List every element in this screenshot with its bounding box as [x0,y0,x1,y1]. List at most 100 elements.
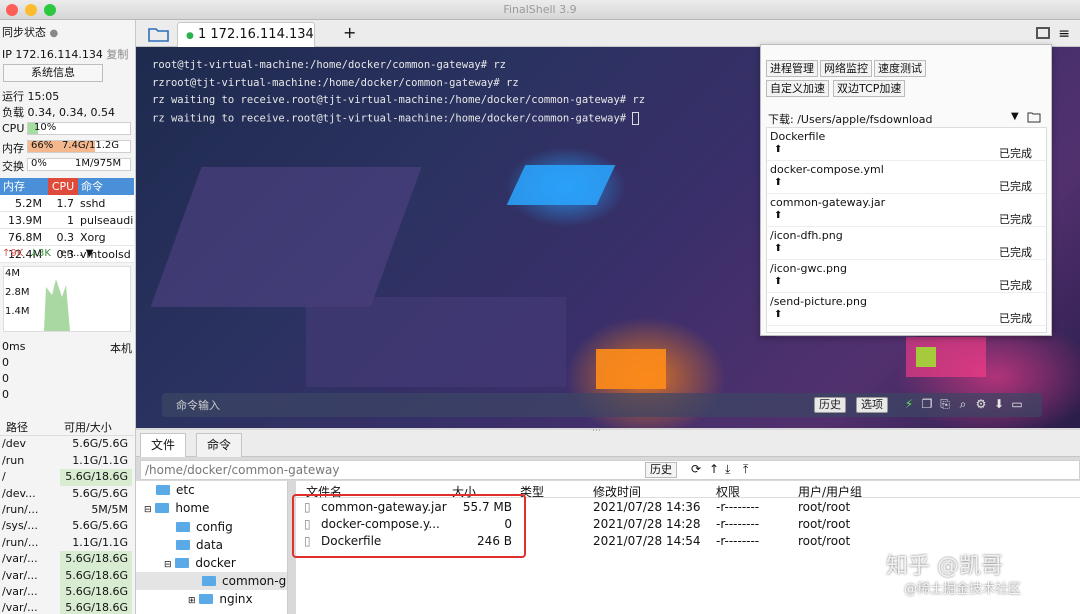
net-interface-select[interactable]: en... ▼ [61,248,94,259]
system-info-button[interactable]: 系统信息 [3,64,103,82]
swap-bar: 0% 1M/975M [27,158,131,171]
ip-row: IP 172.16.114.134 复制 [2,48,129,61]
tree-node-home[interactable]: ⊟ home [144,499,209,517]
filesystem-row[interactable]: /5.6G/18.6G [0,469,134,486]
cpu-label: CPU [2,122,25,135]
network-monitor-button[interactable]: 网络监控 [820,60,872,77]
net-scale-low: 1.4M [5,306,30,317]
watermark-juejin: @稀土掘金技术社区 [904,582,1022,597]
window-icon[interactable]: ▭ [1010,397,1024,411]
tcp-accel-button[interactable]: 双边TCP加速 [833,80,906,97]
tab-commands[interactable]: 命令 [196,433,243,457]
command-input[interactable]: 命令输入 [176,397,220,413]
options-button[interactable]: 选项 [856,397,888,413]
filesystem-row[interactable]: /dev... 5.6G/5.6G [0,486,134,502]
windows-logo-glow [506,165,616,205]
col-cpu[interactable]: CPU [48,178,78,195]
filesystem-row[interactable]: /dev 5.6G/5.6G [0,436,134,452]
filesystem-row[interactable]: /var/... 5.6G/18.6G [0,583,134,601]
session-tab[interactable]: ● 1 172.16.114.134 [177,22,315,47]
filesystem-row[interactable]: /run/... 5M/5M [0,502,134,518]
process-table-header: 内存 CPU 命令 [0,178,134,195]
download-item[interactable]: common-gateway.jar ⬆ 已完成 [767,194,1046,227]
tree-node-docker[interactable]: ⊟ docker [164,554,236,572]
up-dir-icon[interactable]: ↑ [709,462,719,476]
download-path: 下载: /Users/apple/fsdownload [768,113,933,126]
custom-accel-button[interactable]: 自定义加速 [766,80,829,97]
col-owner[interactable]: 用户/用户组 [798,483,862,500]
mem-label: 内存 [2,142,24,155]
col-memory[interactable]: 内存 [0,178,48,195]
file-mtime: 2021/07/28 14:54 [593,534,701,548]
speed-test-button[interactable]: 速度测试 [874,60,926,77]
download-icon[interactable]: ⬇ [992,397,1006,411]
upload-file-icon[interactable]: ⤒ [743,462,748,477]
paste-icon[interactable]: ⎘ [938,397,952,411]
menu-icon[interactable]: ≡ [1058,26,1070,42]
file-permission: -r-------- [716,517,760,531]
file-owner: root/root [798,500,851,514]
upload-arrow-icon: ⬆ [774,309,783,320]
path-bar: /home/docker/common-gateway 历史 ⟳ ↑ ⤓ ⤒ [140,460,1080,480]
search-icon[interactable]: ⌕ [956,397,970,411]
process-row[interactable]: 76.8M 0.3 Xorg [0,229,134,246]
copy-icon[interactable]: ❐ [920,397,934,411]
tab-files[interactable]: 文件 [140,433,187,457]
history-button[interactable]: 历史 [814,397,846,413]
process-row[interactable]: 13.9M 1 pulseaudi [0,212,134,229]
file-owner: root/root [798,517,851,531]
filesystem-row[interactable]: /var/... 5.6G/18.6G [0,551,134,568]
tree-node-common-gateway[interactable]: common-g [136,572,287,590]
col-permission[interactable]: 权限 [716,483,740,500]
filesystem-row[interactable]: /var/... 5.6G/18.6G [0,600,134,614]
tree-node-nginx[interactable]: ⊞ nginx [188,590,253,608]
copy-ip-link[interactable]: 复制 [106,48,128,61]
dropdown-icon[interactable]: ▼ [1011,111,1019,122]
ping-host[interactable]: 本机 [110,340,132,356]
download-item[interactable]: /icon-dfh.png ⬆ 已完成 [767,227,1046,260]
folder-open-icon[interactable] [148,26,170,42]
col-mtime[interactable]: 修改时间 [593,483,641,500]
tree-node-config[interactable]: config [176,518,233,536]
filesystem-row[interactable]: /sys/... 5.6G/5.6G [0,518,134,534]
refresh-icon[interactable]: ⟳ [691,462,701,476]
filesystem-row[interactable]: /run/... 1.1G/1.1G [0,535,134,551]
net-scale-top: 4M [5,268,20,279]
lightning-icon[interactable]: ⚡ [902,397,916,411]
add-tab-button[interactable]: + [343,23,356,42]
ping-val: 0 [2,388,9,401]
folder-icon[interactable] [1027,111,1041,123]
col-command[interactable]: 命令 [78,178,134,195]
download-item[interactable]: Dockerfile ⬆ 已完成 [767,128,1046,161]
process-manager-button[interactable]: 进程管理 [766,60,818,77]
path-history-button[interactable]: 历史 [645,462,677,478]
download-list[interactable]: Dockerfile ⬆ 已完成 docker-compose.yml ⬆ 已完成 comm… [766,127,1047,333]
tools-popup: 进程管理 网络监控 速度测试 自定义加速 双边TCP加速 下载: /Users/… [760,44,1052,336]
file-permission: -r-------- [716,534,760,548]
gear-icon[interactable]: ⚙ [974,397,988,411]
path-input[interactable]: /home/docker/common-gateway [145,463,339,477]
tree-node-etc[interactable]: etc [156,481,195,499]
command-input-bar[interactable]: 命令输入 历史 选项 ⚡ ❐ ⎘ ⌕ ⚙ ⬇ ▭ [162,393,1042,417]
upload-arrow-icon: ⬆ [774,177,783,188]
download-file-icon[interactable]: ⤓ [725,462,730,477]
filesystem-row[interactable]: /run 1.1G/1.1G [0,453,134,469]
download-item[interactable]: /send-picture.png ⬆ 已完成 [767,293,1046,326]
upload-arrow-icon: ⬆ [774,243,783,254]
download-item[interactable]: /icon-gwc.png ⬆ 已完成 [767,260,1046,293]
terminal-line: rzroot@tjt-virtual-machine:/home/docker/… [152,76,519,89]
swap-label: 交换 [2,160,24,173]
session-tab-bar: ● 1 172.16.114.134 + ≡ [136,20,1080,47]
terminal-line: rz waiting to receive.root@tjt-virtual-m… [152,111,640,125]
system-monitor-panel: 同步状态 ● IP 172.16.114.134 复制 系统信息 运行 15:0… [0,20,136,614]
sync-dot-icon: ● [49,28,59,39]
tree-node-data[interactable]: data [176,536,223,554]
terminal-line: rz waiting to receive.root@tjt-virtual-m… [152,94,646,106]
filesystem-table: 路径 可用/大小 /dev 5.6G/5.6G/run 1.1G/1.1G/5.6G/… [0,420,134,614]
resize-handle[interactable]: ⋯ [592,426,601,436]
filesystem-row[interactable]: /var/... 5.6G/18.6G [0,567,134,584]
download-item[interactable]: docker-compose.yml ⬆ 已完成 [767,161,1046,194]
layout-grid-icon[interactable] [1036,27,1050,39]
process-row[interactable]: 5.2M 1.7 sshd [0,195,134,212]
ping-val: 0 [2,356,9,369]
